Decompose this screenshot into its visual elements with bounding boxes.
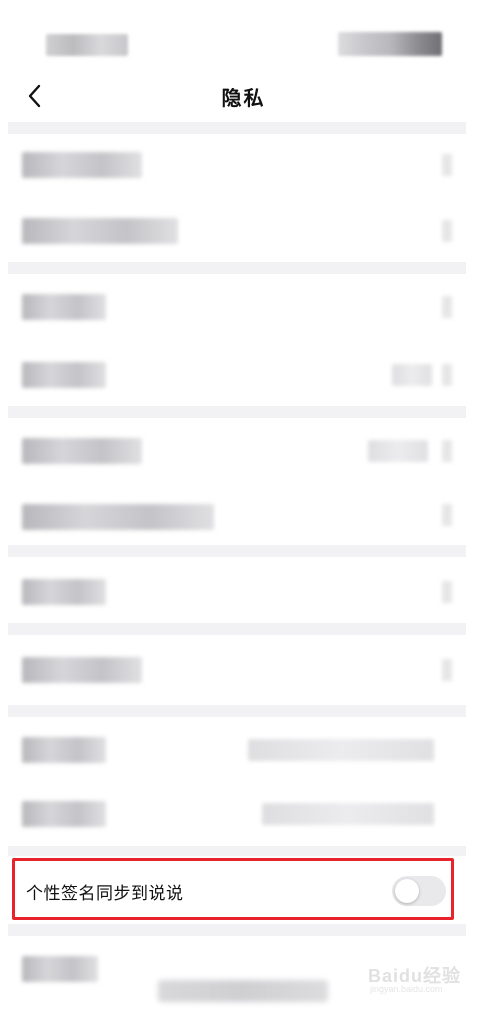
row-value-blurred (248, 739, 434, 761)
row-label-blurred (22, 438, 142, 464)
section-gap (8, 924, 466, 936)
bottom-bar-blurred (158, 980, 328, 1002)
settings-row[interactable] (8, 783, 466, 846)
status-time-blurred (46, 34, 128, 56)
signature-sync-row: 个性签名同步到说说 (18, 864, 450, 916)
row-label-blurred (22, 956, 98, 982)
row-label-blurred (22, 737, 106, 763)
section-gap (8, 623, 466, 635)
chevron-right-icon (442, 504, 452, 526)
settings-row[interactable] (8, 198, 466, 262)
row-label-blurred (22, 657, 142, 683)
row-value-blurred (392, 364, 432, 386)
settings-row[interactable] (8, 557, 466, 623)
chevron-right-icon (442, 659, 452, 681)
page-title: 隐私 (221, 87, 266, 110)
chevron-right-icon (442, 364, 452, 386)
row-label-blurred (22, 579, 106, 605)
row-label-blurred (22, 504, 214, 530)
section-gap (8, 705, 466, 717)
baidu-watermark: Baidu经验 jingyan.baidu.com (362, 960, 472, 1000)
settings-row[interactable] (8, 418, 466, 484)
row-label-blurred (22, 152, 142, 178)
status-bar (0, 0, 487, 70)
section-gap (8, 545, 466, 557)
settings-row[interactable] (8, 134, 466, 196)
row-label-blurred (22, 294, 106, 320)
chevron-right-icon (442, 581, 452, 603)
chevron-right-icon (442, 296, 452, 318)
section-gap (8, 122, 466, 134)
chevron-right-icon (442, 220, 452, 242)
toggle-knob (395, 879, 419, 903)
back-button[interactable] (22, 82, 50, 110)
watermark-subtext: jingyan.baidu.com (370, 984, 443, 994)
signature-sync-toggle[interactable] (392, 876, 446, 906)
chevron-right-icon (442, 154, 452, 176)
settings-row[interactable] (8, 635, 466, 705)
section-gap (8, 262, 466, 274)
row-label-blurred (22, 362, 106, 388)
section-gap (8, 846, 466, 856)
settings-row[interactable] (8, 717, 466, 781)
settings-row[interactable] (8, 342, 466, 406)
row-value-blurred (368, 440, 428, 462)
chevron-right-icon (442, 440, 452, 462)
chevron-left-icon (28, 84, 41, 108)
nav-header: 隐私 (0, 70, 487, 122)
section-gap (8, 406, 466, 418)
row-label-blurred (22, 801, 106, 827)
row-label-blurred (22, 218, 178, 244)
signature-sync-label: 个性签名同步到说说 (26, 884, 184, 903)
settings-row[interactable] (8, 486, 466, 545)
row-value-blurred (262, 803, 434, 825)
status-icons-blurred (338, 32, 442, 56)
settings-row[interactable] (8, 274, 466, 340)
